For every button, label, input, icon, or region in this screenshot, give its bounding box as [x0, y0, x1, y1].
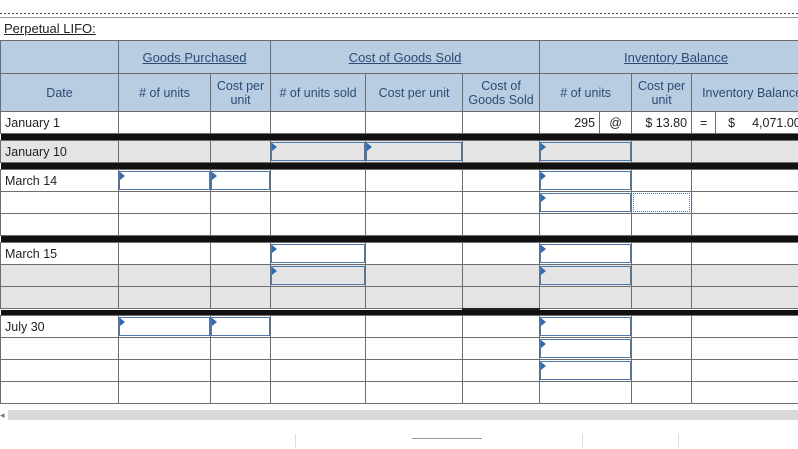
header-gp-cost: Cost per unit	[211, 74, 271, 112]
header-blank	[1, 41, 119, 74]
caption-frame	[0, 17, 798, 41]
header-cost-of-goods-sold: Cost of Goods Sold	[271, 41, 540, 74]
mar14-cost-per-unit-input[interactable]	[211, 170, 271, 192]
table-row	[1, 287, 798, 309]
mar14-ib-units-input-1[interactable]	[540, 170, 632, 192]
table-row-mar14: March 14	[1, 170, 798, 192]
table-row	[1, 214, 798, 236]
expand-icon[interactable]	[412, 438, 482, 449]
mar15-ib-units-input-2[interactable]	[540, 265, 632, 287]
worksheet-caption: Perpetual LIFO:	[4, 21, 96, 36]
divider	[295, 434, 296, 448]
row-date: July 30	[1, 316, 119, 338]
jan10-units-sold-input[interactable]	[271, 141, 366, 163]
jan1-cost-per-unit: $ 13.80	[632, 112, 692, 134]
dollar-sign: $	[728, 116, 735, 130]
bottom-toolbar	[0, 430, 798, 448]
header-ib-units: # of units	[540, 74, 632, 112]
header-cogs-cost: Cost per unit	[366, 74, 463, 112]
mar15-units-sold-input-2[interactable]	[271, 265, 366, 287]
lifo-worksheet-table: Goods Purchased Cost of Goods Sold Inven…	[0, 40, 798, 404]
table-row	[1, 338, 798, 360]
jul30-cost-per-unit-input[interactable]	[211, 316, 271, 338]
equals-sign: =	[692, 112, 716, 134]
jan10-cost-per-unit-input[interactable]	[366, 141, 463, 163]
table-row	[1, 360, 798, 382]
jul30-ib-units-input-3[interactable]	[540, 360, 632, 382]
row-separator	[1, 163, 798, 170]
jul30-units-purchased-input[interactable]	[119, 316, 211, 338]
row-separator	[1, 134, 798, 141]
row-separator	[1, 309, 798, 316]
header-cogs-units: # of units sold	[271, 74, 366, 112]
jan10-ib-units-input[interactable]	[540, 141, 632, 163]
mar14-units-purchased-input[interactable]	[119, 170, 211, 192]
mar15-ib-units-input-1[interactable]	[540, 243, 632, 265]
horizontal-scrollbar[interactable]: ◂	[0, 408, 798, 422]
header-gp-units: # of units	[119, 74, 211, 112]
dotted-divider	[0, 13, 798, 14]
jul30-ib-units-input-1[interactable]	[540, 316, 632, 338]
header-date: Date	[1, 74, 119, 112]
mar15-cogs-total-cell	[463, 287, 540, 309]
jul30-ib-units-input-2[interactable]	[540, 338, 632, 360]
divider	[678, 434, 679, 448]
row-separator	[1, 236, 798, 243]
table-row-jan10: January 10	[1, 141, 798, 163]
header-ib-cost: Cost per unit	[632, 74, 692, 112]
scrollbar-thumb[interactable]	[8, 410, 798, 420]
jan1-units: 295	[540, 112, 600, 134]
row-date: March 15	[1, 243, 119, 265]
table-row	[1, 382, 798, 404]
header-inventory-balance: Inventory Balance	[540, 41, 798, 74]
header-goods-purchased: Goods Purchased	[119, 41, 271, 74]
top-cropped-text	[0, 0, 798, 14]
focused-cost-cell[interactable]	[632, 192, 692, 214]
mar15-units-sold-input-1[interactable]	[271, 243, 366, 265]
row-date: January 10	[1, 141, 119, 163]
row-date: March 14	[1, 170, 119, 192]
table-row-mar15: March 15	[1, 243, 798, 265]
divider	[582, 434, 583, 448]
header-ib-total: Inventory Balance	[692, 74, 798, 112]
header-cogs-total: Cost of Goods Sold	[463, 74, 540, 112]
table-row	[1, 265, 798, 287]
mar14-ib-units-input-2[interactable]	[540, 192, 632, 214]
jan1-inventory-balance: $4,071.00	[716, 112, 798, 134]
table-row-jul30: July 30	[1, 316, 798, 338]
table-row-jan1: January 1 295 @ $ 13.80 = $4,071.00	[1, 112, 798, 134]
scroll-left-icon[interactable]: ◂	[0, 410, 5, 421]
table-row	[1, 192, 798, 214]
jan1-total: 4,071.00	[752, 116, 798, 130]
row-date: January 1	[1, 112, 119, 134]
at-sign: @	[600, 112, 632, 134]
